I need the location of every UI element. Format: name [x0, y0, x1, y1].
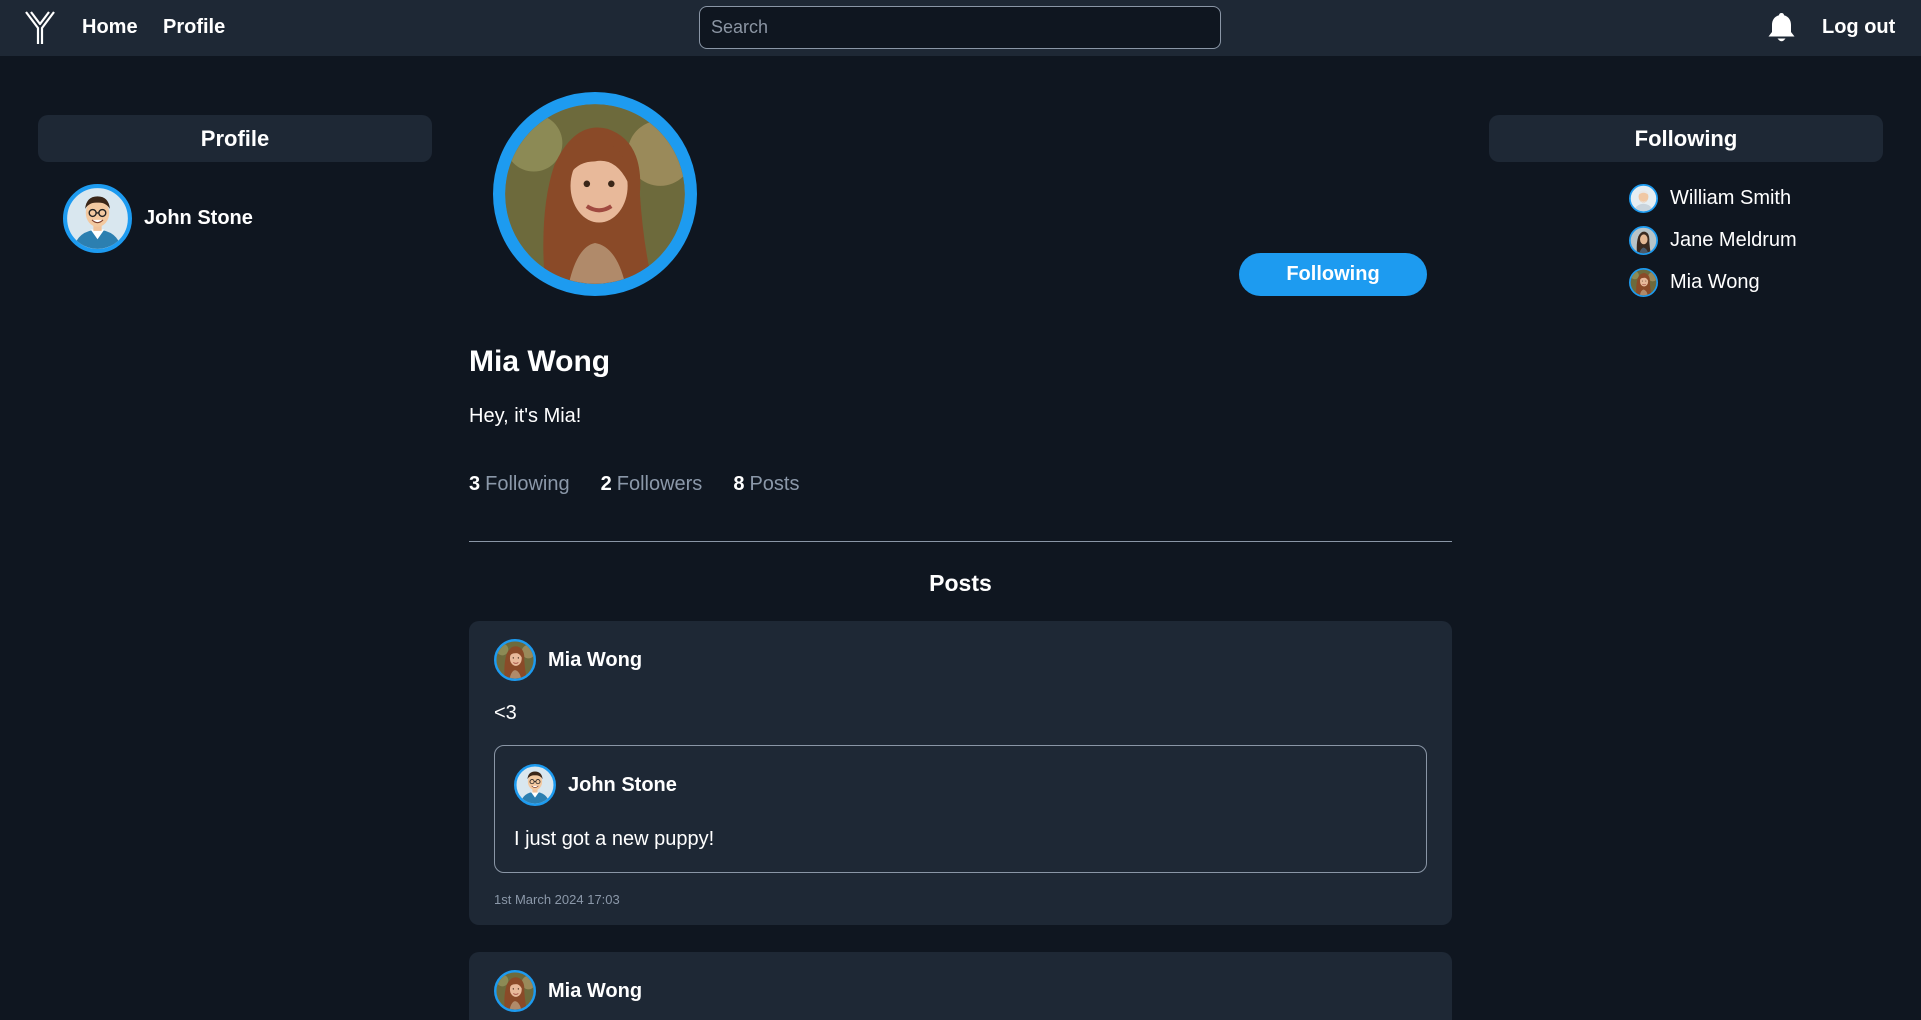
post-timestamp: 1st March 2024 17:03 [494, 892, 620, 907]
following-panel-header: Following [1489, 115, 1883, 162]
nav-profile-link[interactable]: Profile [163, 15, 225, 39]
author-avatar [514, 764, 556, 806]
current-user-name: John Stone [144, 207, 253, 229]
profile-stats: 3 Following 2 Followers 8 Posts [469, 472, 830, 496]
quoted-post[interactable]: John Stone I just got a new puppy! [494, 745, 1427, 873]
quoted-post-author[interactable]: John Stone [514, 764, 677, 806]
post-author[interactable]: Mia Wong [494, 970, 642, 1012]
following-list: William Smith Jane Meldrum Mia Wong [1629, 184, 1797, 310]
nav-home-link[interactable]: Home [82, 15, 138, 39]
following-item-mia-wong[interactable]: Mia Wong [1629, 268, 1797, 296]
followers-stat-label: Followers [616, 473, 703, 495]
following-button[interactable]: Following [1239, 253, 1427, 296]
post-text: <3 [494, 702, 517, 724]
avatar [1629, 268, 1658, 297]
followers-count: 2 [600, 473, 612, 495]
posts-stat[interactable]: 8 Posts [733, 472, 799, 496]
avatar [1629, 226, 1658, 255]
following-item-william-smith[interactable]: William Smith [1629, 184, 1797, 212]
user-avatar [63, 184, 132, 253]
post-author-name: Mia Wong [548, 979, 643, 1002]
author-avatar [494, 639, 536, 681]
post-card[interactable]: Mia Wong <3 John Stone I just got a new … [469, 621, 1452, 925]
profile-panel-header: Profile [38, 115, 432, 162]
following-count: 3 [469, 473, 481, 495]
post-author-name: Mia Wong [548, 648, 643, 671]
author-avatar [494, 970, 536, 1012]
bell-icon[interactable] [1765, 11, 1798, 45]
following-stat[interactable]: 3 Following [469, 472, 570, 496]
profile-avatar [493, 92, 697, 296]
profile-name: Mia Wong [469, 345, 611, 378]
posts-heading: Posts [929, 570, 992, 596]
followers-stat[interactable]: 2 Followers [601, 472, 703, 496]
following-item-name: William Smith [1670, 186, 1792, 209]
profile-bio: Hey, it's Mia! [469, 405, 582, 427]
post-card[interactable]: Mia Wong [469, 952, 1452, 1020]
quoted-author-name: John Stone [568, 773, 677, 796]
following-item-name: Mia Wong [1670, 270, 1760, 293]
divider [469, 541, 1452, 542]
posts-count: 8 [733, 473, 745, 495]
avatar [1629, 184, 1658, 213]
search-input[interactable] [699, 6, 1221, 49]
post-author[interactable]: Mia Wong [494, 639, 642, 681]
following-item-name: Jane Meldrum [1670, 228, 1797, 251]
following-item-jane-meldrum[interactable]: Jane Meldrum [1629, 226, 1797, 254]
top-navigation-bar: Home Profile Log out [0, 0, 1921, 56]
posts-stat-label: Posts [749, 473, 800, 495]
quoted-post-text: I just got a new puppy! [514, 828, 715, 850]
y-logo-icon[interactable] [24, 10, 56, 46]
logout-button[interactable]: Log out [1822, 15, 1895, 39]
following-stat-label: Following [485, 473, 570, 495]
current-user-link[interactable]: John Stone [63, 184, 253, 253]
